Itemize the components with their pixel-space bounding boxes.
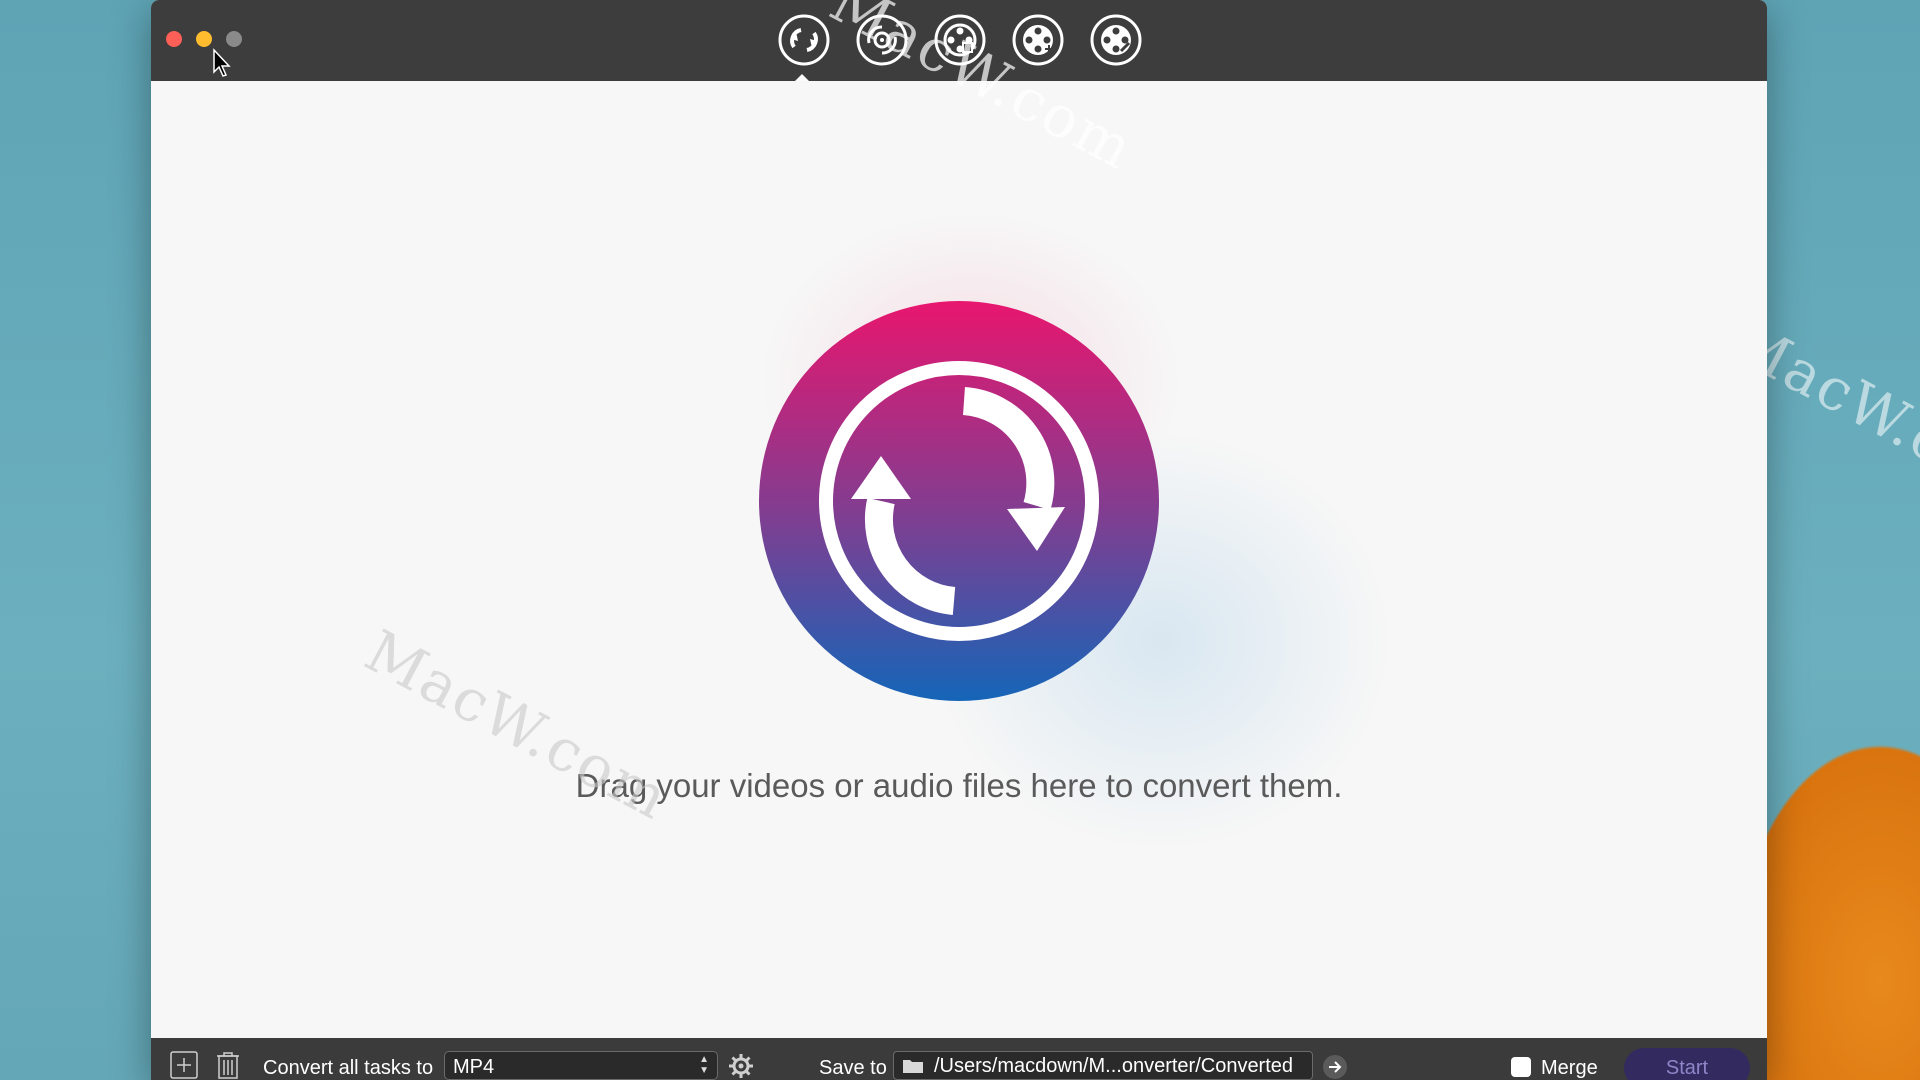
- open-folder-arrow-icon[interactable]: [1322, 1054, 1348, 1080]
- merge-label: Merge: [1541, 1057, 1598, 1079]
- zoom-window-button[interactable]: [226, 31, 242, 47]
- close-window-button[interactable]: [166, 31, 182, 47]
- mouse-cursor-icon: [213, 48, 231, 77]
- add-file-icon[interactable]: [169, 1049, 199, 1079]
- save-path-field[interactable]: /Users/macdown/M...onverter/Converted: [893, 1051, 1313, 1080]
- select-arrows-icon: ▲ ▼: [699, 1054, 709, 1076]
- start-button[interactable]: Start: [1624, 1048, 1750, 1080]
- save-path-value: /Users/macdown/M...onverter/Converted: [934, 1055, 1294, 1077]
- drop-zone[interactable]: Drag your videos or audio files here to …: [151, 0, 1767, 1038]
- minimize-window-button[interactable]: [196, 31, 212, 47]
- film-reel-edit-icon: [1090, 14, 1142, 66]
- bottom-toolbar: Convert all tasks to MP4 ▲ ▼ Save to /Use…: [151, 1038, 1767, 1080]
- output-format-select[interactable]: MP4 ▲ ▼: [444, 1051, 718, 1080]
- save-to-label: Save to: [819, 1057, 887, 1079]
- trash-icon[interactable]: [213, 1049, 243, 1079]
- folder-icon: [903, 1060, 923, 1073]
- output-format-value: MP4: [453, 1056, 495, 1078]
- drop-instructions: Drag your videos or audio files here to …: [575, 767, 1343, 804]
- edit-media-tool-button[interactable]: [1089, 13, 1143, 67]
- app-window: Drag your videos or audio files here to …: [151, 0, 1767, 1080]
- gear-icon[interactable]: [728, 1053, 754, 1079]
- convert-hero-icon: [759, 301, 1159, 701]
- convert-all-label: Convert all tasks to: [263, 1057, 434, 1079]
- merge-checkbox[interactable]: [1511, 1057, 1531, 1077]
